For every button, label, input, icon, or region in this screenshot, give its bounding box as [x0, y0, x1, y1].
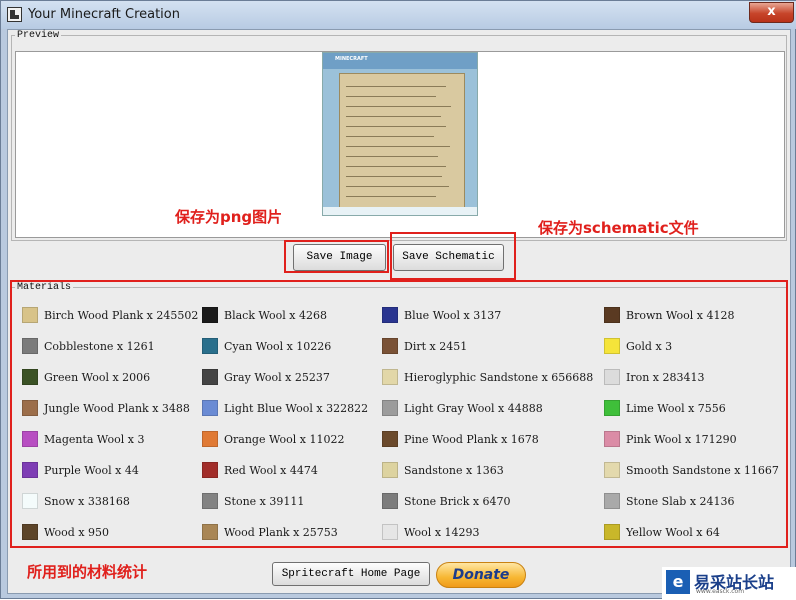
annotation-box-materials [10, 280, 788, 548]
annotation-box-save-image [284, 240, 389, 273]
annotation-save-schematic: 保存为schematic文件 [538, 219, 699, 237]
watermark-logo-icon: e [666, 570, 690, 594]
preview-legend: Preview [15, 30, 62, 41]
site-watermark: e 易采站长站 www.easck.com [662, 567, 796, 600]
preview-image: MINECRAFT [322, 52, 478, 216]
annotation-materials-stats: 所用到的材料统计 [27, 563, 148, 581]
close-button[interactable]: x [749, 2, 794, 23]
preview-area: MINECRAFT [15, 51, 785, 238]
watermark-subtext: www.easck.com [696, 588, 745, 595]
window-title: Your Minecraft Creation [28, 7, 180, 22]
home-page-button[interactable]: Spritecraft Home Page [272, 562, 430, 586]
app-icon [7, 7, 22, 22]
annotation-save-png: 保存为png图片 [175, 208, 283, 226]
donate-button[interactable]: Donate [436, 562, 526, 588]
app-window: Your Minecraft Creation x Preview MINECR… [0, 0, 796, 600]
annotation-box-save-schematic [390, 232, 516, 280]
title-bar[interactable]: Your Minecraft Creation x [1, 1, 796, 29]
